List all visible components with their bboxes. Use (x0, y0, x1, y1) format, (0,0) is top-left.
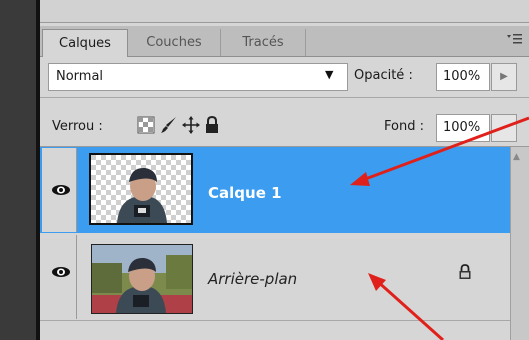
annotation-arrow (350, 116, 529, 186)
annotation-arrow (368, 273, 445, 340)
annotation-arrows (350, 116, 529, 340)
